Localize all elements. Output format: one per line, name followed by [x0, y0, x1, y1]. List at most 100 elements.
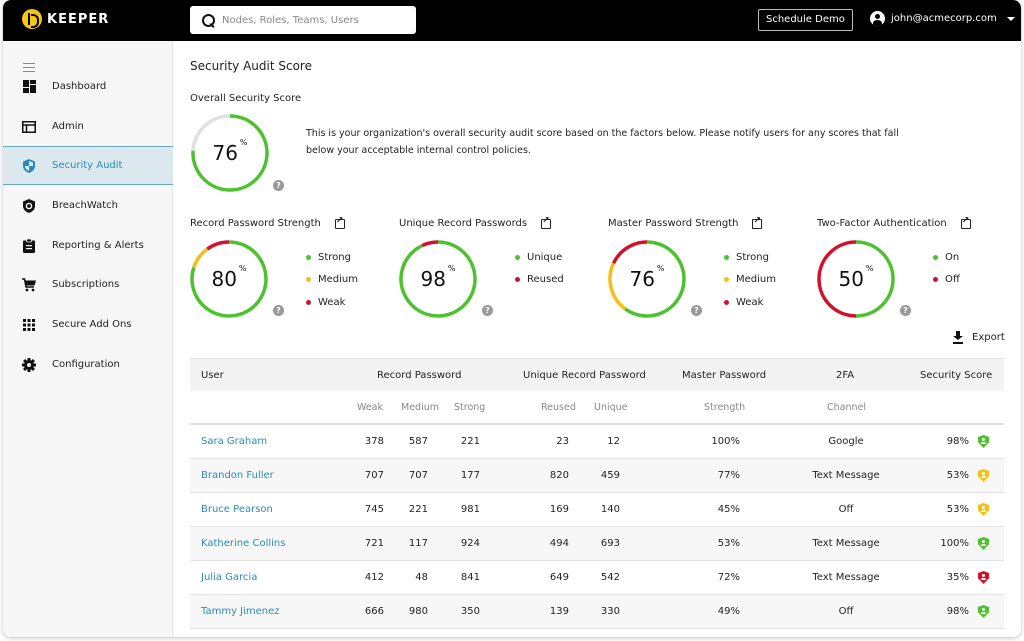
- search-box[interactable]: [190, 6, 416, 34]
- unique-count: 459: [600, 470, 620, 481]
- table-row[interactable]: Katherine Collins 721 117 924 494 693 53% Text …: [190, 527, 1004, 561]
- user-name-link[interactable]: Brandon Fuller: [201, 459, 274, 492]
- strong-count: 981: [460, 504, 480, 515]
- table-row[interactable]: Julia Garcia 412 48 841 649 542 72% Text Messag…: [190, 561, 1004, 595]
- external-link-icon[interactable]: [334, 216, 345, 229]
- weak-count: 721: [364, 538, 384, 549]
- legend-label: Weak: [318, 296, 346, 308]
- sidebar-item-subscriptions[interactable]: Subscriptions: [3, 265, 173, 304]
- subheader-weak: Weak: [357, 401, 384, 413]
- record-password-strength-gauge: 80%: [189, 239, 269, 319]
- user-shield-icon: [978, 503, 989, 516]
- external-link-icon[interactable]: [960, 216, 971, 229]
- dashboard-icon: [22, 80, 36, 94]
- unique-record-passwords-gauge: 98%: [398, 239, 478, 319]
- record-password-strength-help-icon[interactable]: ?: [273, 305, 284, 316]
- schedule-demo-button[interactable]: Schedule Demo: [758, 9, 853, 31]
- sidebar: Dashboard Admin Security Audit BreachWatch R…: [3, 41, 173, 637]
- subheader-channel: Channel: [827, 401, 867, 413]
- medium-count: 980: [408, 606, 428, 617]
- user-name-link[interactable]: Julia Garcia: [201, 561, 257, 594]
- header-master-password[interactable]: Master Password: [682, 359, 766, 391]
- security-score: 35%: [946, 572, 969, 583]
- app-window: KEEPER Schedule Demo john@acmecorp.com D…: [3, 0, 1021, 637]
- score-status-cell: [978, 425, 989, 458]
- reused-count: 494: [549, 538, 569, 549]
- grid-icon: [22, 318, 36, 332]
- master-password-strength-title-text: Master Password Strength: [608, 218, 739, 229]
- weak-count: 707: [364, 470, 384, 481]
- reused-count: 649: [549, 572, 569, 583]
- breachwatch-icon: [22, 198, 36, 213]
- user-menu[interactable]: john@acmecorp.com: [870, 11, 1015, 26]
- brand-name: KEEPER: [47, 11, 110, 27]
- strong-count: 177: [460, 470, 480, 481]
- unique-count: 140: [600, 504, 620, 515]
- header-2fa[interactable]: 2FA: [836, 359, 854, 391]
- table-row[interactable]: Brandon Fuller 707 707 177 820 459 77% Text Mes…: [190, 459, 1004, 493]
- security-score: 98%: [946, 606, 969, 617]
- header-security-score[interactable]: Security Score: [920, 359, 992, 391]
- 2fa-channel: Text Message: [812, 572, 880, 583]
- keeper-logo[interactable]: KEEPER: [22, 9, 109, 29]
- external-link-icon[interactable]: [541, 216, 552, 229]
- two-factor-authentication-gauge: 50%: [816, 239, 896, 319]
- search-icon: [202, 14, 215, 27]
- legend-item-weak: Weak: [724, 291, 776, 314]
- two-factor-authentication-help-icon[interactable]: ?: [900, 305, 911, 316]
- medium-count: 221: [408, 504, 428, 515]
- table-row[interactable]: Bruce Pearson 745 221 981 169 140 45% Off 53%: [190, 493, 1004, 527]
- sidebar-item-admin[interactable]: Admin: [3, 107, 173, 146]
- overall-help-icon[interactable]: ?: [273, 180, 284, 191]
- master-password-strength-help-icon[interactable]: ?: [691, 305, 702, 316]
- sidebar-item-dashboard[interactable]: Dashboard: [3, 67, 173, 106]
- reused-count: 169: [549, 504, 569, 515]
- user-name-link[interactable]: Tammy Jimenez: [201, 595, 280, 628]
- weak-count: 666: [364, 606, 384, 617]
- unique-count: 542: [600, 572, 620, 583]
- table-row[interactable]: Tammy Jimenez 666 980 350 139 330 49% Off 98%: [190, 595, 1004, 629]
- reused-count: 139: [549, 606, 569, 617]
- user-name-link[interactable]: Bruce Pearson: [201, 493, 273, 526]
- legend-label: Strong: [318, 251, 351, 263]
- search-input[interactable]: [222, 14, 402, 26]
- sidebar-item-secure-add-ons[interactable]: Secure Add Ons: [3, 305, 173, 344]
- user-security-table: User Record Password Unique Record Passw…: [190, 358, 1004, 629]
- external-link-icon[interactable]: [752, 216, 763, 229]
- legend-label: Strong: [736, 251, 769, 263]
- legend-item-strong: Strong: [306, 246, 358, 269]
- legend-label: Unique: [527, 251, 563, 263]
- gear-icon: [22, 357, 36, 372]
- security-score: 53%: [946, 504, 969, 515]
- subheader-strength: Strength: [704, 401, 746, 413]
- export-label: Export: [972, 331, 1005, 343]
- master-password-strength-gauge: 76%: [607, 239, 687, 319]
- overall-description: This is your organization's overall secu…: [306, 128, 899, 156]
- admin-icon: [22, 120, 36, 134]
- user-name-link[interactable]: Katherine Collins: [201, 527, 285, 560]
- user-name-link[interactable]: Sara Graham: [201, 425, 267, 458]
- sidebar-item-reporting-alerts[interactable]: Reporting & Alerts: [3, 226, 173, 265]
- medium-count: 48: [415, 572, 428, 583]
- two-factor-authentication-card-title: Two-Factor Authentication: [817, 216, 971, 229]
- user-shield-icon: [978, 469, 989, 482]
- 2fa-channel: Google: [828, 436, 864, 447]
- sidebar-item-breachwatch[interactable]: BreachWatch: [3, 186, 173, 225]
- unique-count: 693: [600, 538, 620, 549]
- sidebar-item-configuration[interactable]: Configuration: [3, 345, 173, 384]
- header-unique-record-password[interactable]: Unique Record Password: [523, 359, 646, 391]
- record-password-strength-value: 80%: [211, 263, 247, 292]
- weak-count: 412: [364, 572, 384, 583]
- user-shield-icon: [978, 571, 989, 584]
- header-user[interactable]: User: [201, 359, 224, 391]
- master-strength: 53%: [717, 538, 740, 549]
- sidebar-item-label: Configuration: [52, 359, 120, 370]
- unique-record-passwords-help-icon[interactable]: ?: [482, 305, 493, 316]
- 2fa-channel: Text Message: [812, 470, 880, 481]
- table-row[interactable]: Sara Graham 378 587 221 23 12 100% Google 98%: [190, 425, 1004, 459]
- unique-record-passwords-title-text: Unique Record Passwords: [399, 218, 528, 229]
- header-record-password[interactable]: Record Password: [377, 359, 461, 391]
- user-shield-icon: [978, 605, 989, 618]
- sidebar-item-security-audit[interactable]: Security Audit: [3, 146, 173, 185]
- export-button[interactable]: Export: [953, 331, 1005, 344]
